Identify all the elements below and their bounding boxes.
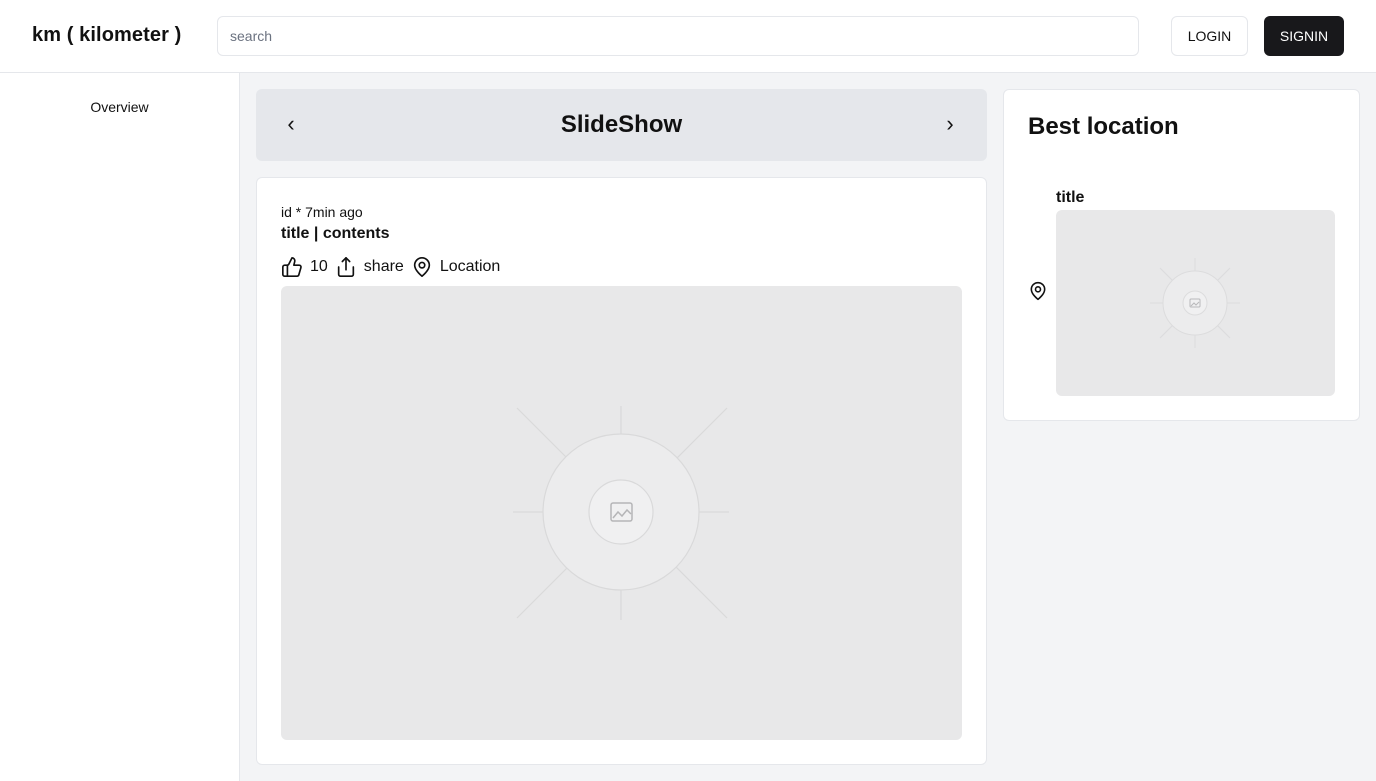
best-location-item-title[interactable]: title — [1056, 189, 1084, 207]
post-image-placeholder — [281, 286, 962, 740]
search-input[interactable] — [217, 16, 1139, 56]
post-card: id * 7min ago title | contents 10 share — [256, 177, 987, 765]
post-actions: 10 share Location — [281, 256, 500, 278]
share-icon[interactable] — [335, 256, 357, 278]
post-meta: id * 7min ago — [281, 204, 363, 220]
best-location-image-placeholder[interactable] — [1056, 210, 1335, 396]
share-label[interactable]: share — [364, 258, 404, 276]
sidebar: Overview — [0, 73, 240, 781]
slideshow-next-button[interactable]: › — [940, 111, 960, 137]
signin-button[interactable]: SIGNIN — [1264, 16, 1344, 56]
map-pin-icon[interactable] — [411, 256, 433, 278]
location-label[interactable]: Location — [440, 258, 501, 276]
slideshow: ‹ SlideShow › — [256, 89, 987, 161]
top-header: km ( kilometer ) LOGIN SIGNIN — [0, 0, 1376, 73]
brand-logo[interactable]: km ( kilometer ) — [32, 24, 181, 47]
like-count: 10 — [310, 258, 328, 275]
best-location-heading: Best location — [1028, 113, 1179, 140]
slideshow-title: SlideShow — [560, 111, 683, 138]
thumbs-up-icon[interactable] — [281, 256, 303, 278]
map-pin-icon[interactable] — [1028, 280, 1048, 302]
sidebar-item-overview[interactable]: Overview — [0, 99, 239, 115]
login-button[interactable]: LOGIN — [1171, 16, 1248, 56]
post-title[interactable]: title | contents — [281, 225, 389, 243]
best-location-card: Best location title — [1003, 89, 1360, 421]
